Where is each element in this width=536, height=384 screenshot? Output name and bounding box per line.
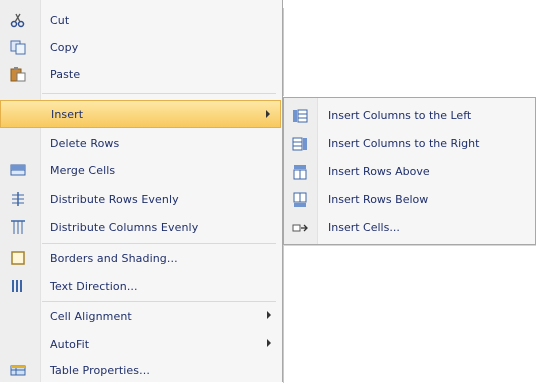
menu-item-borders-shading[interactable]: Borders and Shading... [0, 244, 281, 272]
menu-item-label: Distribute Rows Evenly [50, 192, 179, 206]
menu-item-text-direction[interactable]: Text Direction... [0, 272, 281, 300]
document-area-bottom [283, 245, 536, 383]
submenu-arrow-icon [267, 311, 271, 319]
menu-separator [42, 93, 276, 94]
submenu-item-insert-columns-left[interactable]: Insert Columns to the Left [284, 102, 535, 130]
submenu-arrow-icon [267, 339, 271, 347]
copy-icon [10, 40, 26, 55]
distribute-rows-icon [12, 192, 24, 206]
insert-columns-left-icon [293, 109, 308, 123]
menu-item-label: Insert [51, 107, 84, 121]
submenu-item-label: Insert Columns to the Right [328, 137, 480, 150]
menu-item-label: Borders and Shading... [50, 251, 178, 265]
submenu-item-insert-cells[interactable]: Insert Cells... [284, 214, 535, 242]
text-direction-icon [12, 280, 22, 292]
insert-cells-icon [292, 224, 308, 232]
menu-item-paste[interactable]: Paste [0, 60, 281, 88]
submenu-item-label: Insert Cells... [328, 221, 400, 234]
paste-icon [10, 67, 26, 82]
menu-item-label: AutoFit [50, 337, 90, 351]
menu-item-autofit[interactable]: AutoFit [0, 330, 281, 358]
submenu-arrow-icon [266, 110, 270, 118]
menu-item-merge-cells[interactable]: Merge Cells [0, 156, 281, 184]
menu-item-insert[interactable]: Insert [0, 100, 281, 128]
menu-item-delete-rows[interactable]: Delete Rows [0, 129, 281, 157]
menu-item-distribute-columns[interactable]: Distribute Columns Evenly [0, 213, 281, 241]
menu-item-label: Distribute Columns Evenly [50, 220, 199, 234]
menu-item-distribute-rows[interactable]: Distribute Rows Evenly [0, 185, 281, 213]
insert-submenu: Insert Columns to the Left Insert Column… [283, 97, 536, 245]
submenu-item-label: Insert Rows Above [328, 165, 430, 178]
menu-item-label: Text Direction... [50, 279, 138, 293]
submenu-item-label: Insert Columns to the Left [328, 109, 472, 122]
context-menu: Cut Copy Paste Insert Delete Rows Merge … [0, 0, 283, 382]
submenu-item-label: Insert Rows Below [328, 193, 429, 206]
submenu-item-insert-columns-right[interactable]: Insert Columns to the Right [284, 130, 535, 158]
menu-item-cut[interactable]: Cut [0, 6, 281, 34]
insert-columns-right-icon [292, 137, 307, 151]
table-properties-icon [10, 365, 26, 376]
menu-item-label: Merge Cells [50, 163, 116, 177]
submenu-item-insert-rows-above[interactable]: Insert Rows Above [284, 158, 535, 186]
insert-rows-above-icon [293, 165, 307, 180]
distribute-columns-icon [11, 220, 25, 234]
menu-item-label: Cell Alignment [50, 309, 132, 323]
menu-item-label: Cut [50, 13, 70, 27]
borders-icon [11, 251, 25, 265]
scissors-icon [10, 13, 25, 28]
document-area-top [283, 8, 536, 96]
menu-item-table-properties[interactable]: Table Properties... [0, 356, 281, 384]
insert-rows-below-icon [293, 192, 307, 207]
menu-item-label: Delete Rows [50, 136, 120, 150]
submenu-item-insert-rows-below[interactable]: Insert Rows Below [284, 186, 535, 214]
menu-item-cell-alignment[interactable]: Cell Alignment [0, 302, 281, 330]
menu-item-label: Table Properties... [50, 363, 150, 377]
merge-cells-icon [10, 164, 26, 176]
menu-item-label: Paste [50, 67, 81, 81]
menu-item-label: Copy [50, 40, 79, 54]
menu-item-copy[interactable]: Copy [0, 33, 281, 61]
